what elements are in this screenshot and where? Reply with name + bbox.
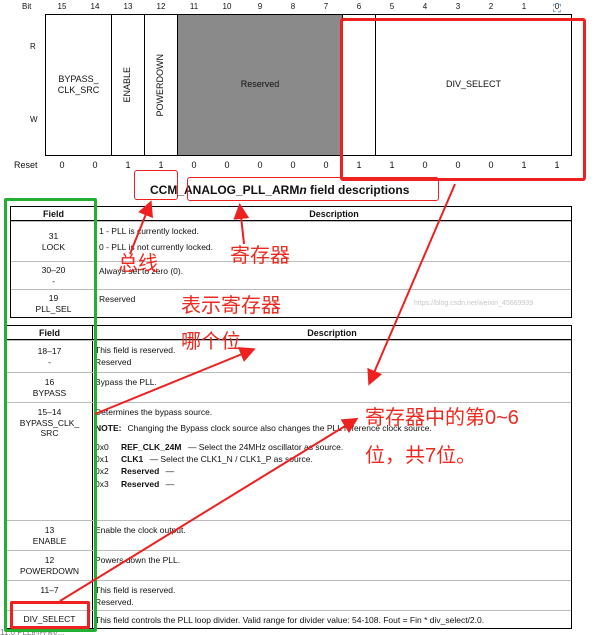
field-reserved: Reserved [178,15,343,155]
bit-13: 13 [123,2,133,11]
bit-9: 9 [257,2,263,11]
reset-bit-8: 0 [290,160,296,170]
description-cell: This field is reserved. Reserved [95,344,175,369]
description-line: This field controls the PLL loop divider… [95,615,485,625]
option-desc: — [163,478,175,489]
bit-4: 4 [422,2,428,11]
bit-number-row: Bit 15 14 13 12 11 10 9 8 7 6 5 4 3 2 1 … [0,0,614,14]
bit-14: 14 [90,2,100,11]
read-row-label: R [30,42,36,51]
annotation-which-bit-2: 哪个位 [181,331,241,353]
description-line: Reserved [95,357,132,368]
reset-bit-12: 1 [158,160,164,170]
field-column-highlight-box [4,198,97,632]
note-label: NOTE: [95,423,122,434]
option-code: 0x1 [95,453,109,464]
field-enable: ENABLE [112,15,145,155]
reset-bit-11: 0 [191,160,197,170]
option-code: 0x2 [95,466,109,477]
field-powerdown: POWERDOWN [145,15,178,155]
option-name: Reserved [121,466,160,477]
annotation-register: 寄存器 [230,245,290,267]
reset-bit-9: 0 [257,160,263,170]
description-line: This field is reserved. [95,345,176,355]
reset-bit-7: 0 [323,160,329,170]
option-code: 0x3 [95,478,109,489]
field-bypass-clk-src: BYPASS_ CLK_SRC [46,15,112,155]
bit-11: 11 [189,2,199,11]
description-cell: Bypass the PLL. [95,376,157,388]
description-cell: Powers down the PLL. [95,554,180,566]
option-name: Reserved [121,478,160,489]
bit-8: 8 [290,2,296,11]
description-line: Bypass the PLL. [95,377,157,387]
option-name: REF_CLK_24M [121,441,182,452]
bit-6: 6 [356,2,362,11]
description-cell: This field controls the PLL loop divider… [95,614,484,626]
bus-highlight-box [134,170,178,200]
table2-header-description: Description [93,326,571,340]
annotation-bits-0-6-2: 位，共7位。 [365,445,477,467]
annotation-bus: 总线 [118,253,158,275]
div-select-highlight-box [340,18,586,181]
reset-bit-15: 0 [59,160,65,170]
bit-12: 12 [156,2,166,11]
option-desc: — Select the 24MHz oscillator as source. [185,441,344,452]
bit-3: 3 [455,2,461,11]
description-line: Reserved [99,294,136,304]
bit-1: 1 [521,2,527,11]
table1-header-description: Description [97,207,571,221]
watermark: https://blog.csdn.net/weixin_45669939 [414,300,534,307]
bit-5: 5 [389,2,395,11]
description-line: Powers down the PLL. [95,555,181,565]
bit-10: 10 [222,2,232,11]
bit-15: 15 [57,2,67,11]
description-cell: Enable the clock output. [95,524,186,536]
register-highlight-box [187,177,439,201]
bit-2: 2 [488,2,494,11]
bit-7: 7 [323,2,329,11]
reset-bit-14: 0 [92,160,98,170]
description-line: This field is reserved. [95,585,176,595]
description-line: 1 - PLL is currently locked. [99,226,199,236]
description-cell: This field is reserved. Reserved. [95,584,175,609]
option-desc: — Select the CLK1_N / CLK1_P as source. [147,453,313,464]
field-enable-label: ENABLE [122,67,133,103]
annotation-bits-0-6-1: 寄存器中的第0~6 [365,407,519,429]
option-line: 0x3 Reserved — [95,478,432,490]
description-line: Reserved. [95,597,134,608]
field-powerdown-label: POWERDOWN [155,53,166,117]
option-name: CLK1 [121,453,144,464]
reset-bit-10: 0 [224,160,230,170]
option-desc: — [163,466,175,477]
description-cell: Reserved [99,293,135,305]
option-code: 0x0 [95,441,109,452]
write-row-label: W [30,115,38,124]
description-line: Enable the clock output. [95,525,186,535]
annotation-which-bit-1: 表示寄存器 [181,295,281,317]
description-cell: 1 - PLL is currently locked. 0 - PLL is … [99,225,213,254]
reset-bit-13: 1 [125,160,131,170]
reset-label: Reset [14,160,38,170]
